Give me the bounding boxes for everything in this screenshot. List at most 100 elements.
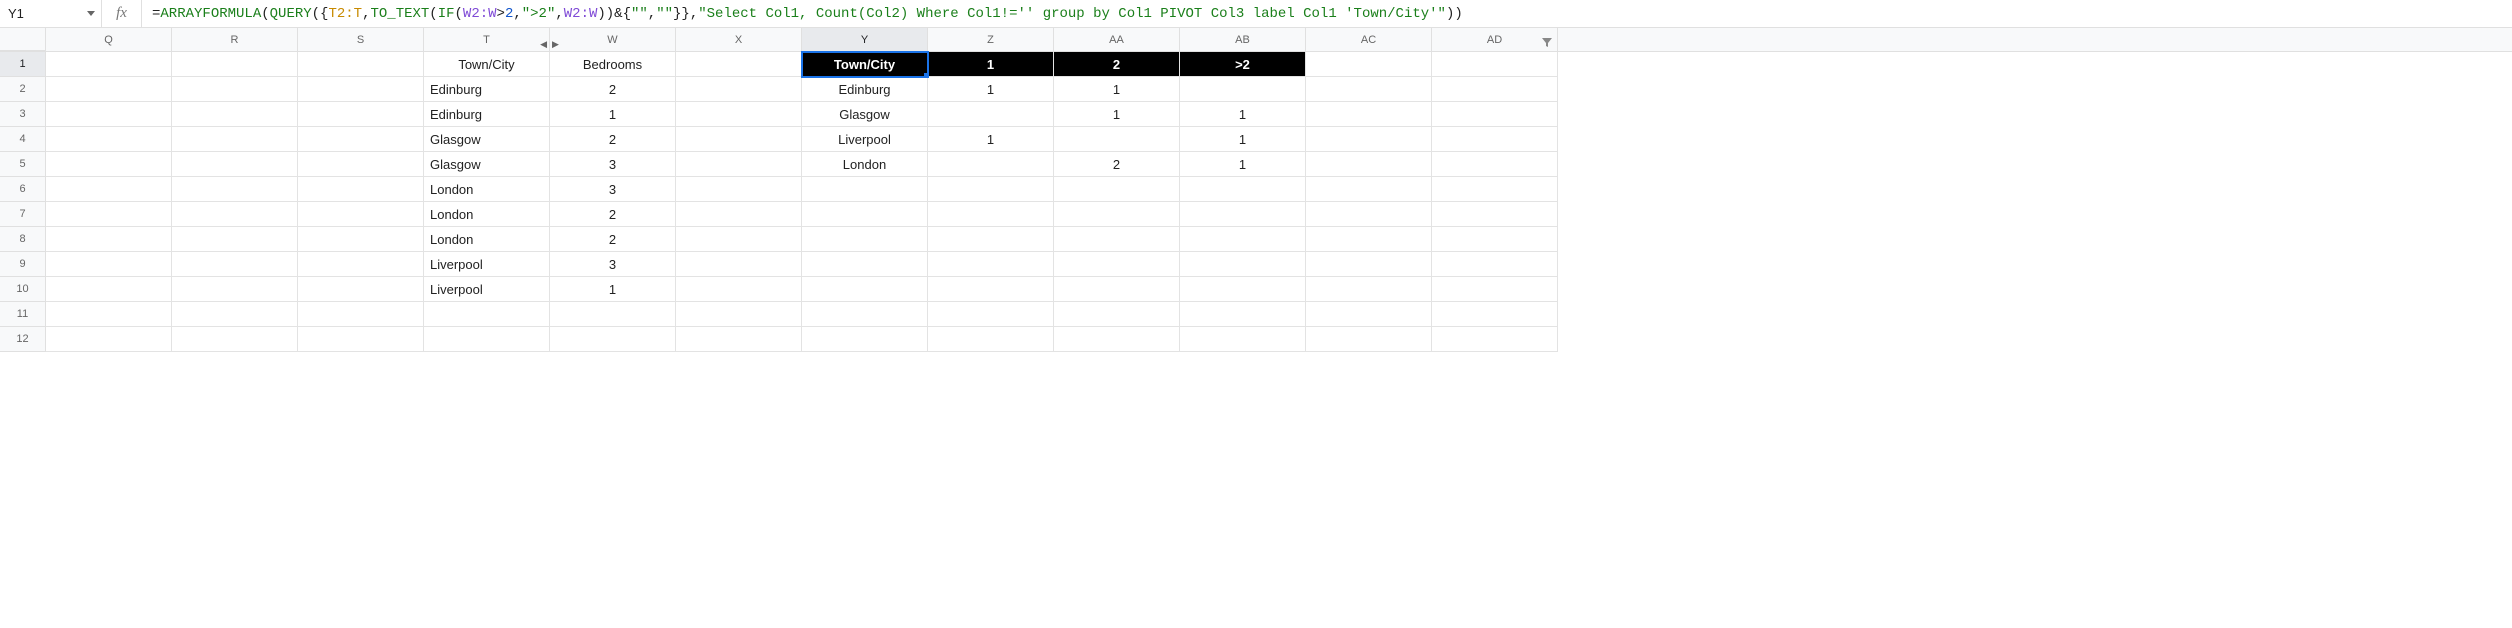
- cell-AC8[interactable]: [1306, 227, 1432, 252]
- cell-AA12[interactable]: [1054, 327, 1180, 352]
- cell-Z11[interactable]: [928, 302, 1054, 327]
- cell-W12[interactable]: [550, 327, 676, 352]
- cell-T9[interactable]: Liverpool: [424, 252, 550, 277]
- cell-S9[interactable]: [298, 252, 424, 277]
- cell-Q8[interactable]: [46, 227, 172, 252]
- cell-AC4[interactable]: [1306, 127, 1432, 152]
- cell-Z2[interactable]: 1: [928, 77, 1054, 102]
- cell-Q2[interactable]: [46, 77, 172, 102]
- row-header-2[interactable]: 2: [0, 77, 46, 102]
- cell-R2[interactable]: [172, 77, 298, 102]
- cell-AD11[interactable]: [1432, 302, 1558, 327]
- cell-X9[interactable]: [676, 252, 802, 277]
- name-box-dropdown[interactable]: [80, 0, 102, 27]
- cell-S5[interactable]: [298, 152, 424, 177]
- cell-Y9[interactable]: [802, 252, 928, 277]
- column-header-R[interactable]: R: [172, 28, 298, 51]
- cell-Z7[interactable]: [928, 202, 1054, 227]
- cell-X10[interactable]: [676, 277, 802, 302]
- row-header-9[interactable]: 9: [0, 252, 46, 277]
- cell-AA2[interactable]: 1: [1054, 77, 1180, 102]
- cell-W10[interactable]: 1: [550, 277, 676, 302]
- cell-AC1[interactable]: [1306, 52, 1432, 77]
- cell-AA4[interactable]: [1054, 127, 1180, 152]
- cell-AB5[interactable]: 1: [1180, 152, 1306, 177]
- cell-Y7[interactable]: [802, 202, 928, 227]
- cell-W11[interactable]: [550, 302, 676, 327]
- cell-Z9[interactable]: [928, 252, 1054, 277]
- cell-X5[interactable]: [676, 152, 802, 177]
- name-box[interactable]: Y1: [0, 0, 80, 27]
- column-header-Y[interactable]: Y: [802, 28, 928, 51]
- cell-AC11[interactable]: [1306, 302, 1432, 327]
- cell-Y1[interactable]: Town/City: [802, 52, 928, 77]
- cell-AD8[interactable]: [1432, 227, 1558, 252]
- cell-X6[interactable]: [676, 177, 802, 202]
- cell-Y12[interactable]: [802, 327, 928, 352]
- cell-T5[interactable]: Glasgow: [424, 152, 550, 177]
- cell-Y10[interactable]: [802, 277, 928, 302]
- cell-T6[interactable]: London: [424, 177, 550, 202]
- cell-AD3[interactable]: [1432, 102, 1558, 127]
- fill-handle[interactable]: [924, 73, 928, 77]
- cell-W4[interactable]: 2: [550, 127, 676, 152]
- cell-R9[interactable]: [172, 252, 298, 277]
- cell-AB2[interactable]: [1180, 77, 1306, 102]
- cell-R5[interactable]: [172, 152, 298, 177]
- column-header-T[interactable]: T◀: [424, 28, 550, 51]
- cell-W2[interactable]: 2: [550, 77, 676, 102]
- column-header-AB[interactable]: AB: [1180, 28, 1306, 51]
- cell-AB3[interactable]: 1: [1180, 102, 1306, 127]
- cell-Z4[interactable]: 1: [928, 127, 1054, 152]
- row-header-7[interactable]: 7: [0, 202, 46, 227]
- cell-Z5[interactable]: [928, 152, 1054, 177]
- cell-Q10[interactable]: [46, 277, 172, 302]
- cell-AC9[interactable]: [1306, 252, 1432, 277]
- cell-T10[interactable]: Liverpool: [424, 277, 550, 302]
- cell-Q12[interactable]: [46, 327, 172, 352]
- cell-Q7[interactable]: [46, 202, 172, 227]
- column-header-W[interactable]: W▶: [550, 28, 676, 51]
- cell-S8[interactable]: [298, 227, 424, 252]
- formula-input[interactable]: =ARRAYFORMULA(QUERY({T2:T,TO_TEXT(IF(W2:…: [142, 0, 2512, 27]
- cell-S4[interactable]: [298, 127, 424, 152]
- cell-AA11[interactable]: [1054, 302, 1180, 327]
- cell-S1[interactable]: [298, 52, 424, 77]
- row-header-8[interactable]: 8: [0, 227, 46, 252]
- cell-AB7[interactable]: [1180, 202, 1306, 227]
- cell-AB6[interactable]: [1180, 177, 1306, 202]
- cell-Y3[interactable]: Glasgow: [802, 102, 928, 127]
- cell-X8[interactable]: [676, 227, 802, 252]
- cell-T12[interactable]: [424, 327, 550, 352]
- cell-R3[interactable]: [172, 102, 298, 127]
- cell-AD9[interactable]: [1432, 252, 1558, 277]
- cell-X7[interactable]: [676, 202, 802, 227]
- cell-AD7[interactable]: [1432, 202, 1558, 227]
- cell-T11[interactable]: [424, 302, 550, 327]
- cell-Z8[interactable]: [928, 227, 1054, 252]
- cell-AB8[interactable]: [1180, 227, 1306, 252]
- cell-AB9[interactable]: [1180, 252, 1306, 277]
- column-header-Z[interactable]: Z: [928, 28, 1054, 51]
- cell-Z1[interactable]: 1: [928, 52, 1054, 77]
- cell-Q11[interactable]: [46, 302, 172, 327]
- cell-AB10[interactable]: [1180, 277, 1306, 302]
- cell-T2[interactable]: Edinburg: [424, 77, 550, 102]
- cell-AC5[interactable]: [1306, 152, 1432, 177]
- cell-Q6[interactable]: [46, 177, 172, 202]
- column-header-AD[interactable]: AD: [1432, 28, 1558, 51]
- cell-Z10[interactable]: [928, 277, 1054, 302]
- cell-R4[interactable]: [172, 127, 298, 152]
- cell-T4[interactable]: Glasgow: [424, 127, 550, 152]
- cell-X3[interactable]: [676, 102, 802, 127]
- cell-AD12[interactable]: [1432, 327, 1558, 352]
- cell-AA3[interactable]: 1: [1054, 102, 1180, 127]
- cell-AD4[interactable]: [1432, 127, 1558, 152]
- cell-AA10[interactable]: [1054, 277, 1180, 302]
- row-header-12[interactable]: 12: [0, 327, 46, 352]
- cell-W9[interactable]: 3: [550, 252, 676, 277]
- row-header-10[interactable]: 10: [0, 277, 46, 302]
- row-header-6[interactable]: 6: [0, 177, 46, 202]
- cell-W5[interactable]: 3: [550, 152, 676, 177]
- column-header-Q[interactable]: Q: [46, 28, 172, 51]
